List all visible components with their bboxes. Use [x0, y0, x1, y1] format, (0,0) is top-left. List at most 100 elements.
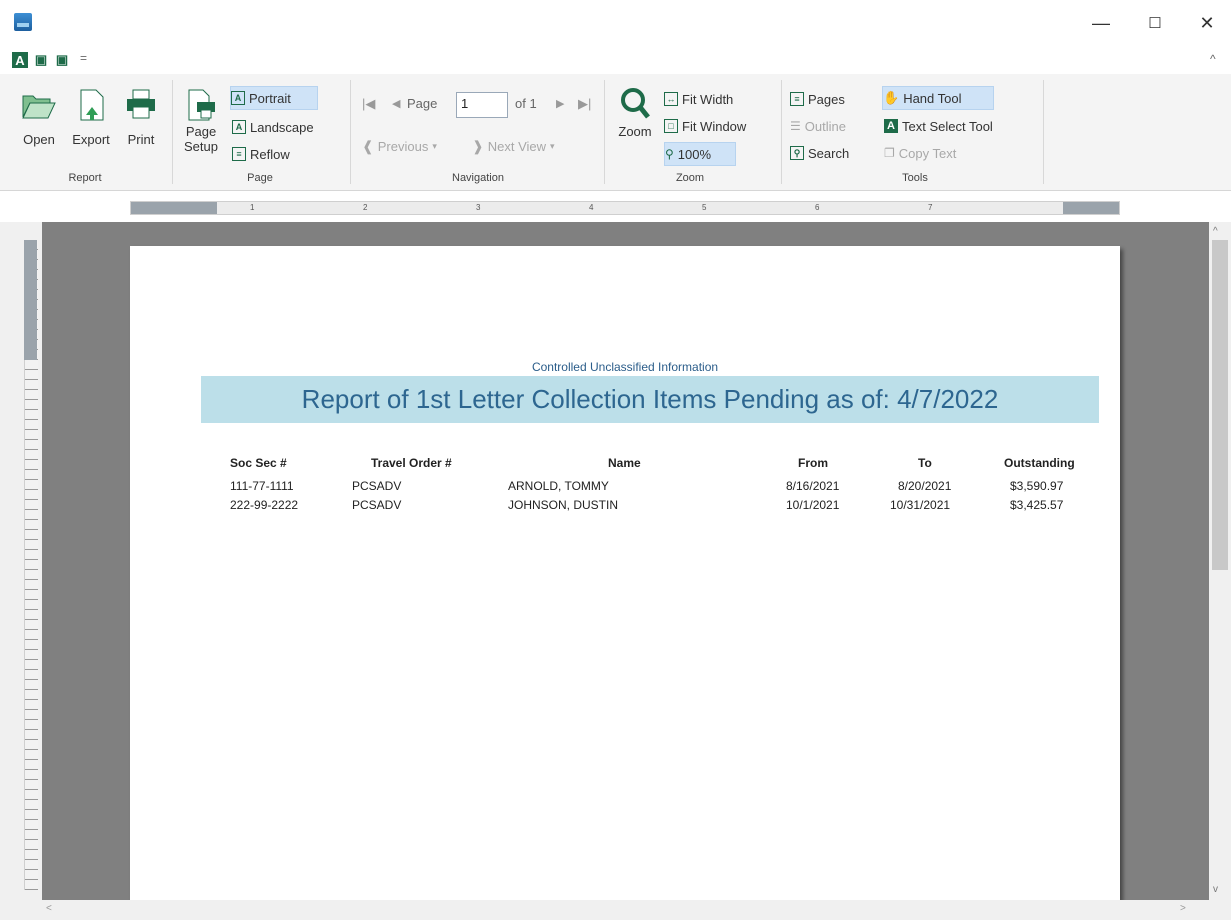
previous-view-icon: ❰ — [362, 137, 374, 154]
next-view-button[interactable]: ❱ Next View ▾ — [472, 135, 555, 157]
cell-travel-order: PCSADV — [352, 498, 402, 512]
search-button[interactable]: ⚲ Search — [790, 142, 849, 164]
zoom-percent-icon: ⚲ — [665, 147, 674, 161]
export-label: Export — [72, 132, 110, 147]
last-page-icon[interactable]: ▶| — [578, 96, 591, 112]
hand-tool-label: Hand Tool — [903, 90, 962, 106]
page-number-input[interactable]: 1 — [456, 92, 508, 118]
tools-group-label: Tools — [902, 172, 928, 184]
cell-ssn: 222-99-2222 — [230, 498, 299, 512]
previous-view-button[interactable]: ❰ Previous ▾ — [362, 135, 437, 157]
cell-outstanding: $3,590.97 — [1010, 479, 1064, 493]
app-icon — [14, 13, 32, 31]
scroll-left-icon[interactable]: < — [46, 903, 52, 914]
landscape-label: Landscape — [250, 119, 314, 135]
page-group-label: Page — [247, 172, 273, 184]
next-page-icon[interactable]: ▶ — [556, 97, 564, 110]
next-view-label: Next View — [487, 138, 547, 154]
fit-window-button[interactable]: □ Fit Window — [664, 115, 746, 137]
maximize-button[interactable]: ☐ — [1132, 8, 1178, 38]
magnifier-icon — [621, 88, 650, 119]
collapse-ribbon-icon[interactable]: ^ — [1210, 52, 1216, 66]
close-button[interactable]: ✕ — [1184, 8, 1230, 38]
scroll-up-icon[interactable]: ^ — [1213, 226, 1218, 237]
cui-label: Controlled Unclassified Information — [531, 360, 719, 374]
text-select-tool-button[interactable]: A Text Select Tool — [884, 115, 993, 137]
open-label: Open — [23, 132, 55, 147]
pages-icon: ≡ — [790, 92, 804, 106]
zoom-100-button[interactable]: ⚲ 100% — [664, 142, 736, 166]
ruler-mark: 3 — [476, 203, 481, 212]
page-setup-icon — [188, 89, 215, 121]
ruler-mark: 1 — [250, 203, 255, 212]
title-bar: — ☐ ✕ — [0, 0, 1231, 46]
horizontal-scrollbar[interactable] — [0, 900, 1231, 920]
zoom-button[interactable]: Zoom — [612, 86, 658, 139]
scroll-down-icon[interactable]: v — [1213, 884, 1218, 895]
zoom-page-qat-icon[interactable]: ▣ — [33, 52, 49, 68]
qat-customize-icon[interactable]: = — [80, 51, 87, 65]
printer-icon — [127, 89, 155, 119]
export-button[interactable]: Export — [66, 88, 116, 147]
fit-window-icon: □ — [664, 119, 678, 133]
cell-name: JOHNSON, DUSTIN — [508, 498, 619, 512]
fit-width-icon: ↔ — [664, 92, 678, 106]
hand-tool-button[interactable]: ✋ Hand Tool — [882, 86, 994, 110]
page-total-label: of 1 — [515, 96, 537, 111]
print-label: Print — [127, 132, 155, 147]
reflow-icon: ≡ — [232, 147, 246, 161]
copy-text-button[interactable]: ❐ Copy Text — [884, 142, 956, 164]
cell-outstanding: $3,425.57 — [1010, 498, 1064, 512]
text-select-label: Text Select Tool — [902, 118, 993, 134]
ruler-marks: 1 2 3 4 5 6 7 — [131, 202, 1119, 214]
pages-label: Pages — [808, 91, 845, 107]
scroll-right-icon[interactable]: > — [1180, 903, 1186, 914]
header-travel-order: Travel Order # — [371, 456, 452, 470]
landscape-button[interactable]: A Landscape — [232, 116, 314, 138]
fit-width-button[interactable]: ↔ Fit Width — [664, 88, 733, 110]
page-setup-label-1: Page — [185, 124, 217, 139]
minimize-button[interactable]: — — [1078, 8, 1124, 38]
horizontal-ruler: 1 2 3 4 5 6 7 — [130, 201, 1120, 215]
zoom-width-qat-icon[interactable]: ▣ — [54, 52, 70, 68]
ruler-mark: 6 — [815, 203, 820, 212]
cell-to: 8/20/2021 — [898, 479, 952, 493]
text-select-qat-icon[interactable]: A — [12, 52, 28, 68]
landscape-icon: A — [232, 120, 246, 134]
ruler-mark: 7 — [928, 203, 933, 212]
page-setup-button[interactable]: Page Setup — [178, 88, 224, 154]
header-outstanding: Outstanding — [1004, 456, 1075, 470]
page-word-label: Page — [407, 96, 438, 111]
search-icon: ⚲ — [790, 146, 804, 160]
navigation-group-label: Navigation — [452, 172, 504, 184]
zoom-percent-label: 100% — [677, 146, 712, 162]
fit-window-label: Fit Window — [682, 118, 747, 134]
previous-page-icon[interactable]: ◀ — [392, 97, 400, 110]
outline-icon: ☰ — [790, 119, 801, 133]
outline-button[interactable]: ☰ Outline — [790, 115, 846, 137]
cell-to: 10/31/2021 — [890, 498, 951, 512]
ribbon-separator — [604, 80, 605, 184]
open-button[interactable]: Open — [16, 88, 62, 147]
portrait-label: Portrait — [249, 90, 291, 106]
first-page-icon[interactable]: |◀ — [362, 96, 375, 112]
portrait-button[interactable]: A Portrait — [230, 86, 318, 110]
fit-width-label: Fit Width — [682, 91, 734, 107]
portrait-icon: A — [231, 91, 245, 105]
reflow-button[interactable]: ≡ Reflow — [232, 143, 290, 165]
header-to: To — [918, 456, 932, 470]
search-label: Search — [808, 145, 850, 161]
outline-label: Outline — [804, 118, 846, 134]
reflow-label: Reflow — [250, 146, 290, 162]
report-title: Report of 1st Letter Collection Items Pe… — [301, 384, 999, 414]
zoom-label: Zoom — [618, 124, 652, 139]
vertical-ruler-margin — [24, 240, 37, 360]
quick-access-toolbar — [0, 46, 1231, 74]
open-folder-icon — [22, 95, 56, 119]
vertical-scroll-thumb[interactable] — [1212, 240, 1228, 570]
print-button[interactable]: Print — [122, 88, 160, 147]
pages-button[interactable]: ≡ Pages — [790, 88, 845, 110]
report-group-label: Report — [68, 172, 102, 184]
ruler-mark: 4 — [589, 203, 594, 212]
export-icon — [80, 89, 104, 121]
